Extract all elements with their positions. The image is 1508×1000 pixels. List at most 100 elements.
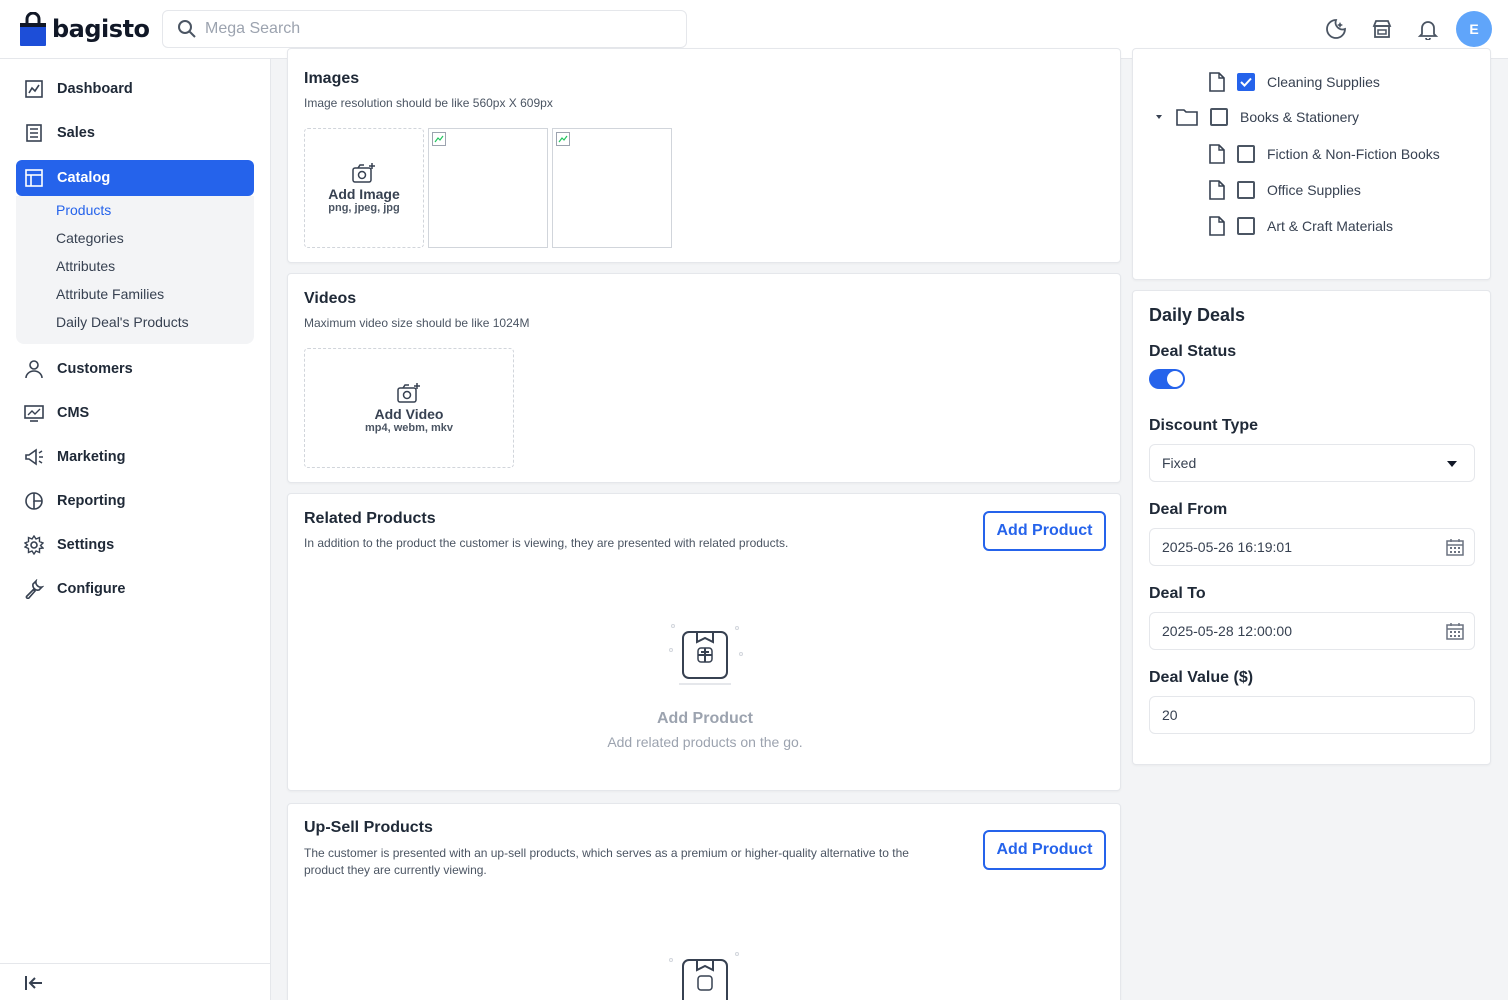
category-checkbox[interactable] bbox=[1237, 217, 1255, 235]
daily-deals-card: Daily Deals Deal Status Discount Type Fi… bbox=[1132, 290, 1491, 765]
search-icon bbox=[178, 20, 196, 38]
store-icon[interactable] bbox=[1370, 17, 1394, 41]
images-card: Images Image resolution should be like 5… bbox=[287, 48, 1121, 263]
sidebar-item-label: Settings bbox=[57, 537, 115, 553]
related-empty-subtitle: Add related products on the go. bbox=[607, 734, 803, 750]
sidebar-item-dashboard[interactable]: Dashboard bbox=[16, 71, 254, 107]
add-product-placeholder-icon bbox=[669, 624, 743, 685]
deal-status-label: Deal Status bbox=[1149, 343, 1237, 360]
image-thumbnail[interactable] bbox=[552, 128, 672, 248]
category-label: Fiction & Non-Fiction Books bbox=[1267, 146, 1440, 162]
broken-image-icon bbox=[432, 132, 446, 146]
add-video-hint: mp4, webm, mkv bbox=[364, 422, 454, 434]
logo-text: bagisto bbox=[52, 15, 150, 43]
reporting-icon bbox=[23, 490, 45, 512]
category-label: Books & Stationery bbox=[1240, 109, 1360, 125]
category-checkbox-checked[interactable] bbox=[1237, 73, 1255, 91]
sidebar-item-label: Catalog bbox=[57, 170, 111, 186]
videos-card: Videos Maximum video size should be like… bbox=[287, 273, 1121, 483]
deal-from-input[interactable]: 2025-05-26 16:19:01 bbox=[1149, 528, 1475, 566]
add-video-label: Add Video bbox=[374, 406, 444, 422]
submenu-daily-deals-products[interactable]: Daily Deal's Products bbox=[56, 314, 189, 330]
category-row[interactable]: Books & Stationery bbox=[1154, 108, 1359, 126]
category-checkbox[interactable] bbox=[1237, 181, 1255, 199]
submenu-attributes[interactable]: Attributes bbox=[56, 258, 115, 274]
sidebar-item-catalog[interactable]: Catalog bbox=[16, 160, 254, 196]
upsell-title: Up-Sell Products bbox=[304, 819, 433, 836]
deal-value-value: 20 bbox=[1162, 707, 1178, 723]
file-icon bbox=[1209, 72, 1225, 92]
camera-plus-icon bbox=[352, 163, 375, 183]
sales-icon bbox=[23, 122, 45, 144]
search-input[interactable] bbox=[205, 20, 665, 38]
category-row[interactable]: Office Supplies bbox=[1209, 180, 1361, 200]
sidebar-item-label: Configure bbox=[57, 581, 126, 597]
camera-plus-icon bbox=[397, 383, 420, 403]
user-avatar[interactable]: E bbox=[1456, 11, 1492, 47]
deal-to-value: 2025-05-28 12:00:00 bbox=[1162, 623, 1292, 639]
mega-search[interactable] bbox=[162, 10, 687, 48]
deal-to-input[interactable]: 2025-05-28 12:00:00 bbox=[1149, 612, 1475, 650]
sidebar: Dashboard Sales Catalog Products Categor… bbox=[0, 59, 271, 1000]
deal-value-input[interactable]: 20 bbox=[1149, 696, 1475, 734]
sidebar-collapse[interactable] bbox=[0, 963, 270, 1000]
sidebar-item-customers[interactable]: Customers bbox=[16, 351, 254, 387]
sidebar-item-reporting[interactable]: Reporting bbox=[16, 483, 254, 519]
sidebar-item-marketing[interactable]: Marketing bbox=[16, 439, 254, 475]
category-label: Office Supplies bbox=[1267, 182, 1361, 198]
categories-card: Cleaning Supplies Books & Stationery Fic… bbox=[1132, 48, 1491, 280]
submenu-categories[interactable]: Categories bbox=[56, 230, 124, 246]
category-label: Art & Craft Materials bbox=[1267, 218, 1394, 234]
sidebar-item-configure[interactable]: Configure bbox=[16, 571, 254, 607]
toggle-knob bbox=[1167, 371, 1183, 387]
images-desc: Image resolution should be like 560px X … bbox=[304, 96, 553, 110]
deal-from-label: Deal From bbox=[1149, 501, 1228, 518]
category-checkbox[interactable] bbox=[1237, 145, 1255, 163]
upsell-products-card: Up-Sell Products The customer is present… bbox=[287, 803, 1121, 1000]
calendar-icon[interactable] bbox=[1446, 538, 1464, 556]
deal-status-toggle[interactable] bbox=[1149, 369, 1185, 389]
category-row[interactable]: Fiction & Non-Fiction Books bbox=[1209, 144, 1440, 164]
deal-value-label: Deal Value ($) bbox=[1149, 669, 1254, 686]
check-icon bbox=[1240, 77, 1252, 87]
sidebar-item-settings[interactable]: Settings bbox=[16, 527, 254, 563]
dark-mode-icon[interactable] bbox=[1324, 17, 1348, 41]
discount-type-label: Discount Type bbox=[1149, 417, 1259, 434]
related-desc: In addition to the product the customer … bbox=[304, 536, 789, 550]
deal-to-label: Deal To bbox=[1149, 585, 1206, 602]
dashboard-icon bbox=[23, 78, 45, 100]
caret-down-icon bbox=[1447, 461, 1457, 467]
related-products-card: Related Products In addition to the prod… bbox=[287, 493, 1121, 791]
images-title: Images bbox=[304, 70, 360, 87]
collapse-left-icon bbox=[25, 976, 42, 990]
wrench-icon bbox=[23, 578, 45, 600]
discount-type-select[interactable]: Fixed bbox=[1149, 444, 1475, 482]
add-related-product-button[interactable]: Add Product bbox=[983, 511, 1106, 551]
sidebar-item-label: Reporting bbox=[57, 493, 126, 509]
sidebar-item-sales[interactable]: Sales bbox=[16, 115, 254, 151]
calendar-icon[interactable] bbox=[1446, 622, 1464, 640]
category-checkbox[interactable] bbox=[1210, 108, 1228, 126]
bag-logo-icon bbox=[20, 12, 46, 46]
marketing-icon bbox=[23, 446, 45, 468]
logo[interactable]: bagisto bbox=[20, 12, 150, 46]
submenu-attribute-families[interactable]: Attribute Families bbox=[56, 286, 164, 302]
sidebar-item-label: CMS bbox=[57, 405, 90, 421]
videos-desc: Maximum video size should be like 1024M bbox=[304, 316, 530, 330]
file-icon bbox=[1209, 180, 1225, 200]
category-row[interactable]: Art & Craft Materials bbox=[1209, 216, 1393, 236]
add-video-button[interactable]: Add Video mp4, webm, mkv bbox=[304, 348, 514, 468]
discount-type-value: Fixed bbox=[1162, 455, 1197, 471]
submenu-products[interactable]: Products bbox=[56, 202, 111, 218]
add-upsell-product-button[interactable]: Add Product bbox=[983, 830, 1106, 870]
videos-title: Videos bbox=[304, 290, 357, 307]
add-image-hint: png, jpeg, jpg bbox=[328, 202, 400, 214]
add-image-button[interactable]: Add Image png, jpeg, jpg bbox=[304, 128, 424, 248]
sidebar-item-cms[interactable]: CMS bbox=[16, 395, 254, 431]
broken-image-icon bbox=[556, 132, 570, 146]
catalog-submenu: Products Categories Attributes Attribute… bbox=[16, 196, 254, 344]
image-thumbnail[interactable] bbox=[428, 128, 548, 248]
sidebar-item-label: Marketing bbox=[57, 449, 126, 465]
category-row[interactable]: Cleaning Supplies bbox=[1209, 72, 1380, 92]
bell-icon[interactable] bbox=[1416, 17, 1440, 41]
